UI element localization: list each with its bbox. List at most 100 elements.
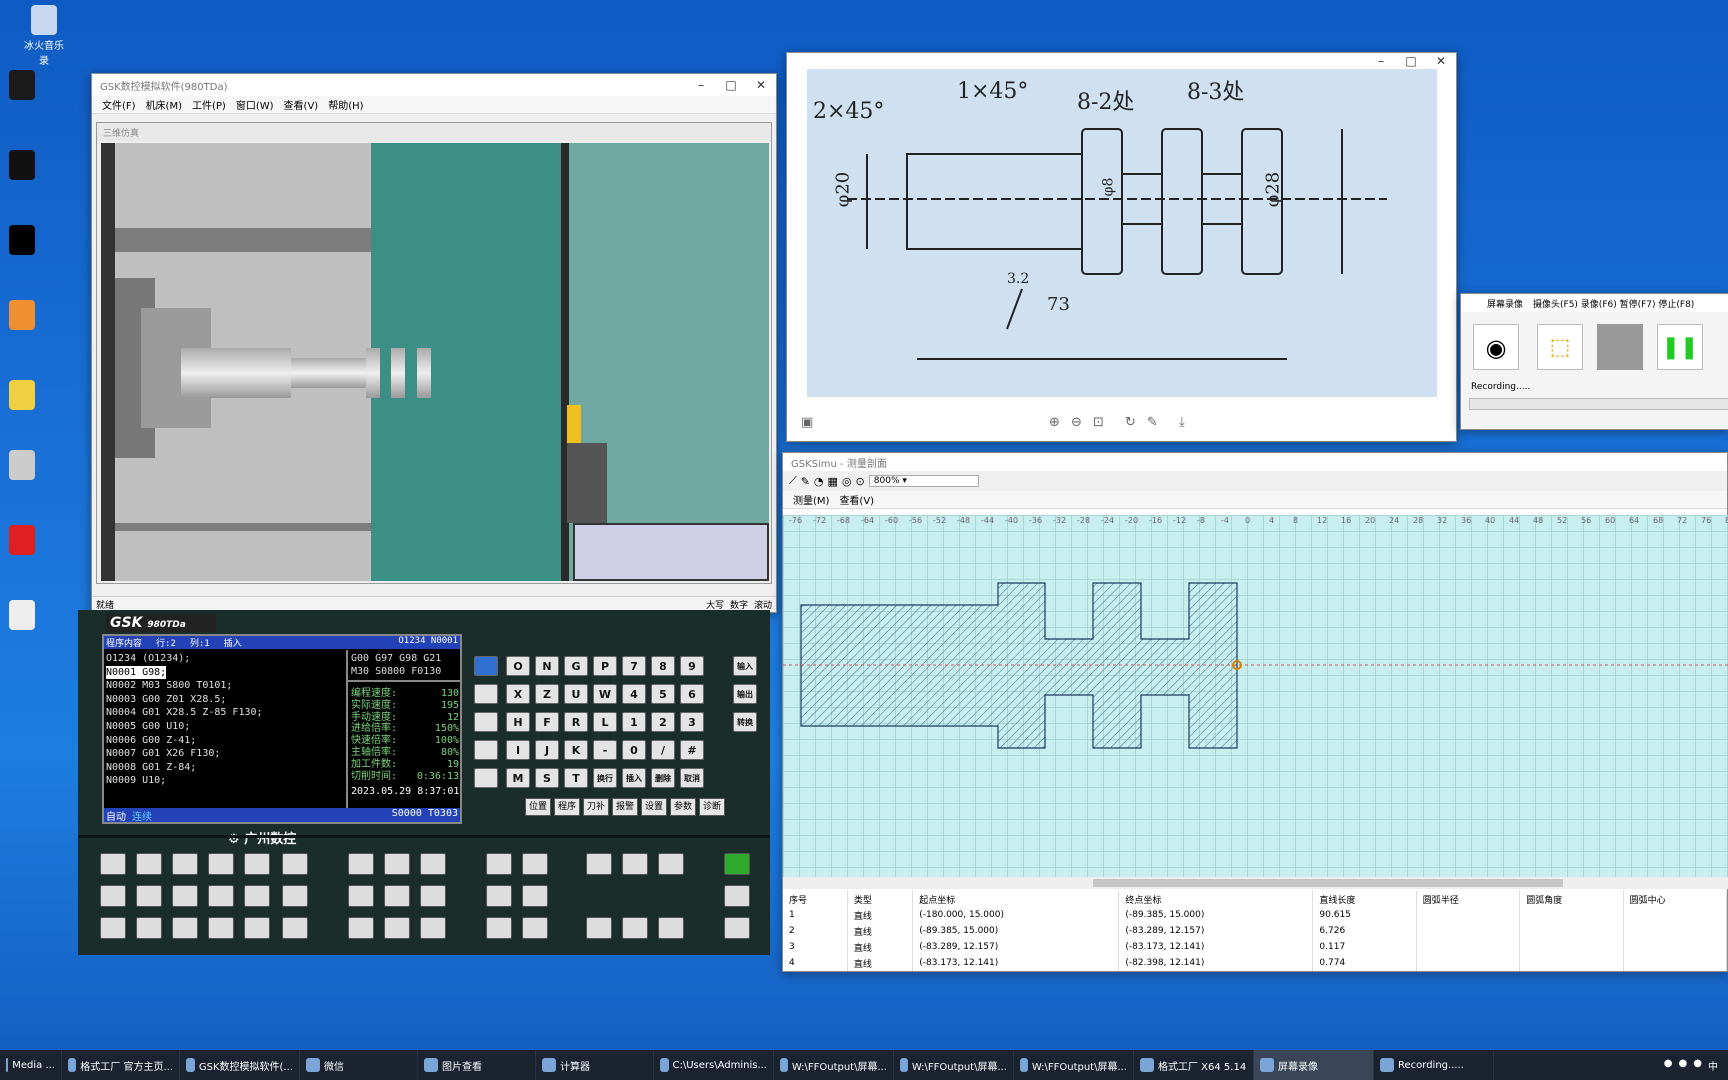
cycle-key[interactable]: [724, 917, 750, 939]
cnc-key[interactable]: 取消: [680, 768, 704, 788]
cnc-left-key[interactable]: [474, 768, 498, 788]
taskbar-item[interactable]: W:\FFOutput\屏幕...: [1014, 1050, 1134, 1080]
download-icon[interactable]: ⤓: [1179, 415, 1185, 430]
desktop-icon[interactable]: [0, 150, 44, 182]
jog-key[interactable]: [420, 885, 446, 907]
cnc-key[interactable]: 8: [651, 656, 675, 676]
cnc-key[interactable]: K: [564, 740, 588, 760]
cnc-key[interactable]: 6: [680, 684, 704, 704]
operator-key[interactable]: [208, 917, 234, 939]
desktop-icon[interactable]: [0, 70, 44, 102]
menu-item[interactable]: 帮助(H): [328, 97, 363, 112]
cnc-key[interactable]: 0: [622, 740, 646, 760]
jog-key[interactable]: [420, 853, 446, 875]
override-key[interactable]: [658, 853, 684, 875]
cnc-key[interactable]: #: [680, 740, 704, 760]
zoom-out-icon[interactable]: ⊖: [1071, 415, 1082, 430]
pause-button[interactable]: ❚❚: [1657, 324, 1703, 370]
cnc-key[interactable]: S: [535, 768, 559, 788]
maximize-icon[interactable]: □: [716, 78, 746, 92]
cnc-left-key[interactable]: [474, 656, 498, 676]
operator-key[interactable]: [172, 917, 198, 939]
operator-key[interactable]: [172, 853, 198, 875]
operator-key[interactable]: [282, 917, 308, 939]
desktop-icon[interactable]: [0, 300, 44, 332]
spindle-key[interactable]: [486, 885, 512, 907]
region-button[interactable]: ⬚: [1537, 324, 1583, 370]
taskbar-item[interactable]: C:\Users\Adminis...: [654, 1050, 774, 1080]
taskbar-item[interactable]: 格式工厂 官方主页...: [62, 1050, 180, 1080]
table-row[interactable]: 3 直线 (-83.289, 12.157) (-83.173, 12.141) 0.1…: [783, 939, 1728, 955]
override-key[interactable]: [622, 853, 648, 875]
maximize-icon[interactable]: □: [1396, 54, 1426, 68]
cnc-key[interactable]: U: [564, 684, 588, 704]
taskbar-item[interactable]: Media ...: [0, 1050, 62, 1080]
spindle-key[interactable]: [522, 917, 548, 939]
view-icon[interactable]: ⊙: [856, 475, 865, 488]
minimize-icon[interactable]: –: [686, 78, 716, 92]
spindle-key[interactable]: [522, 885, 548, 907]
taskbar-item[interactable]: GSK数控模拟软件(...: [180, 1050, 300, 1080]
cnc-key[interactable]: 7: [622, 656, 646, 676]
cnc-key[interactable]: H: [506, 712, 530, 732]
close-icon[interactable]: ✕: [746, 78, 776, 92]
operator-key[interactable]: [172, 885, 198, 907]
cnc-key[interactable]: O: [506, 656, 530, 676]
menu-item[interactable]: 机床(M): [146, 97, 182, 112]
table-row[interactable]: 1 直线 (-180.000, 15.000) (-89.385, 15.000) 90…: [783, 907, 1728, 923]
pen-tool-icon[interactable]: ✎: [801, 475, 810, 488]
cnc-left-key[interactable]: [474, 740, 498, 760]
taskbar-item[interactable]: 计算器: [536, 1050, 654, 1080]
edit-icon[interactable]: ✎: [1147, 415, 1158, 430]
cnc-side-key[interactable]: 输入: [733, 656, 757, 676]
menu-item[interactable]: 文件(F): [102, 97, 136, 112]
operator-key[interactable]: [136, 885, 162, 907]
cnc-key[interactable]: W: [593, 684, 617, 704]
desktop-icon[interactable]: [0, 450, 44, 482]
spindle-key[interactable]: [486, 917, 512, 939]
desktop-icon[interactable]: [0, 525, 44, 557]
jog-key[interactable]: [348, 853, 374, 875]
cnc-key[interactable]: 1: [622, 712, 646, 732]
menu-item[interactable]: 测量(M): [793, 492, 829, 507]
cnc-key[interactable]: P: [593, 656, 617, 676]
jog-key[interactable]: [384, 853, 410, 875]
desktop-icon[interactable]: [0, 600, 44, 632]
cnc-key[interactable]: F: [535, 712, 559, 732]
desktop-icon[interactable]: [0, 225, 44, 257]
taskbar-item[interactable]: 屏幕录像: [1254, 1050, 1374, 1080]
taskbar-item[interactable]: 图片查看: [418, 1050, 536, 1080]
line-tool-icon[interactable]: ⟋: [789, 474, 797, 488]
volume-icon[interactable]: ●: [1679, 1058, 1688, 1073]
webcam-button[interactable]: ◉: [1473, 324, 1519, 370]
table-row[interactable]: 4 直线 (-83.173, 12.141) (-82.398, 12.141) 0.7…: [783, 955, 1728, 971]
menu-item[interactable]: 窗口(W): [236, 97, 274, 112]
operator-key[interactable]: [244, 917, 270, 939]
operator-key[interactable]: [244, 853, 270, 875]
record-button[interactable]: [1597, 324, 1643, 370]
cnc-side-key[interactable]: 输出: [733, 684, 757, 704]
cnc-key[interactable]: G: [564, 656, 588, 676]
softkey[interactable]: 位置: [525, 798, 551, 816]
cnc-key[interactable]: I: [506, 740, 530, 760]
cnc-key[interactable]: 删除: [651, 768, 675, 788]
cnc-key[interactable]: 9: [680, 656, 704, 676]
softkey[interactable]: 报警: [612, 798, 638, 816]
override-key[interactable]: [622, 917, 648, 939]
operator-key[interactable]: [100, 885, 126, 907]
zoom-select[interactable]: 800% ▾: [868, 475, 979, 487]
cnc-key[interactable]: N: [535, 656, 559, 676]
desktop-icon[interactable]: 冰火音乐录: [22, 5, 66, 67]
ime-indicator[interactable]: 中: [1708, 1058, 1718, 1073]
taskbar-item[interactable]: 格式工厂 X64 5.14: [1134, 1050, 1254, 1080]
operator-key[interactable]: [100, 853, 126, 875]
cycle-key[interactable]: [724, 885, 750, 907]
operator-key[interactable]: [136, 853, 162, 875]
cnc-key[interactable]: 换行: [593, 768, 617, 788]
cycle-key[interactable]: [724, 853, 750, 875]
close-icon[interactable]: ✕: [1426, 54, 1456, 68]
operator-key[interactable]: [208, 885, 234, 907]
rotate-icon[interactable]: ↻: [1125, 415, 1136, 430]
softkey[interactable]: 参数: [670, 798, 696, 816]
cnc-side-key[interactable]: 转换: [733, 712, 757, 732]
